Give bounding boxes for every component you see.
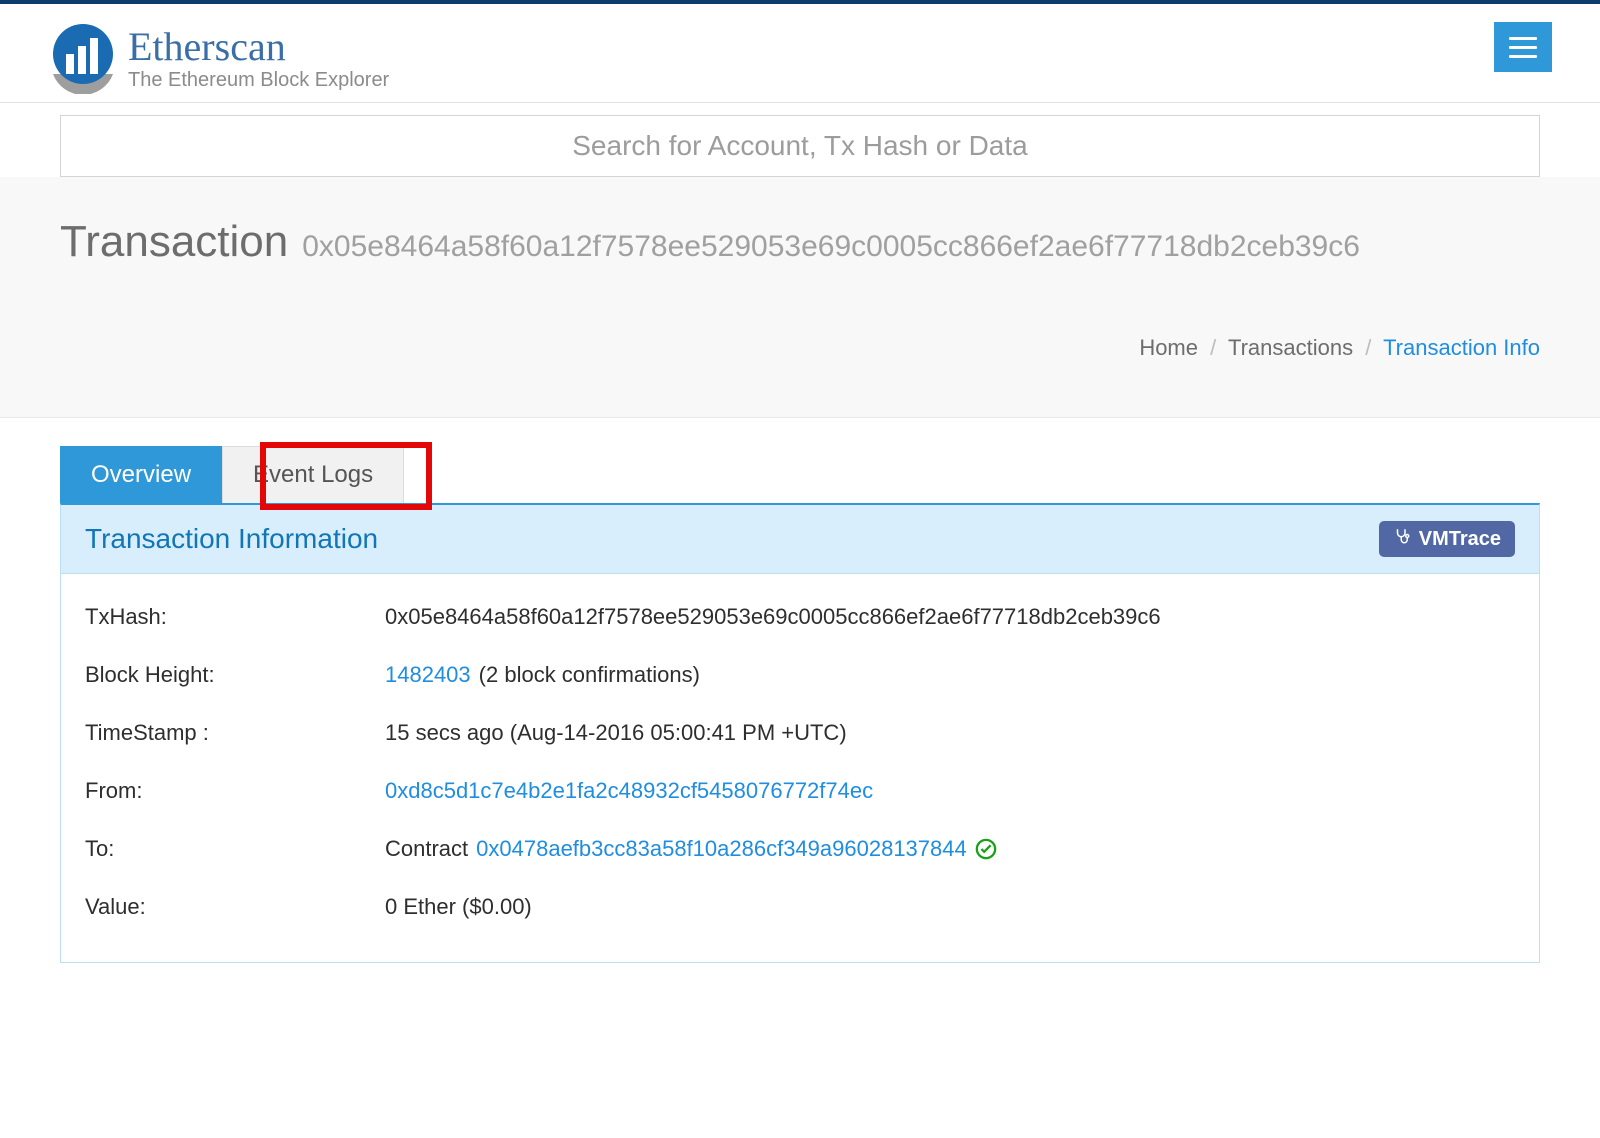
row-to: To: Contract 0x0478aefb3cc83a58f10a286cf… (85, 836, 1515, 862)
row-txhash: TxHash: 0x05e8464a58f60a12f7578ee529053e… (85, 604, 1515, 630)
tabs: Overview Event Logs (60, 446, 1540, 503)
row-block: Block Height: 1482403 (2 block confirmat… (85, 662, 1515, 688)
heading-strip: Transaction 0x05e8464a58f60a12f7578ee529… (0, 177, 1600, 418)
timestamp-value: 15 secs ago (Aug-14-2016 05:00:41 PM +UT… (385, 720, 1515, 746)
top-bar: Etherscan The Ethereum Block Explorer (0, 0, 1600, 102)
main-area: Overview Event Logs Transaction Informat… (0, 418, 1600, 963)
brand-name: Etherscan (128, 27, 389, 67)
to-prefix: Contract (385, 836, 468, 862)
breadcrumb-sep: / (1365, 335, 1371, 360)
breadcrumb-current: Transaction Info (1383, 335, 1540, 360)
tab-overview[interactable]: Overview (60, 446, 222, 503)
breadcrumb: Home / Transactions / Transaction Info (60, 335, 1540, 361)
to-address-link[interactable]: 0x0478aefb3cc83a58f10a286cf349a960281378… (476, 836, 967, 862)
brand-logo[interactable]: Etherscan The Ethereum Block Explorer (48, 16, 389, 94)
block-confirmations: (2 block confirmations) (479, 662, 700, 688)
from-label: From: (85, 778, 385, 804)
breadcrumb-home[interactable]: Home (1139, 335, 1198, 360)
to-label: To: (85, 836, 385, 862)
breadcrumb-transactions[interactable]: Transactions (1228, 335, 1353, 360)
txhash-label: TxHash: (85, 604, 385, 630)
txhash-value: 0x05e8464a58f60a12f7578ee529053e69c0005c… (385, 604, 1515, 630)
etherscan-logo-icon (48, 24, 118, 94)
tab-event-logs[interactable]: Event Logs (222, 446, 404, 503)
page-title: Transaction 0x05e8464a58f60a12f7578ee529… (60, 217, 1540, 267)
search-input[interactable] (60, 115, 1540, 177)
row-from: From: 0xd8c5d1c7e4b2e1fa2c48932cf5458076… (85, 778, 1515, 804)
tx-info-panel: Transaction Information VMTrace TxHash: … (60, 503, 1540, 963)
hamburger-icon (1509, 37, 1537, 40)
block-height-link[interactable]: 1482403 (385, 662, 471, 688)
menu-button[interactable] (1494, 22, 1552, 72)
search-strip (0, 103, 1600, 177)
vmtrace-button[interactable]: VMTrace (1379, 521, 1515, 557)
vmtrace-label: VMTrace (1419, 528, 1501, 551)
brand-tagline: The Ethereum Block Explorer (128, 69, 389, 92)
stethoscope-icon (1393, 527, 1411, 551)
timestamp-label: TimeStamp : (85, 720, 385, 746)
row-timestamp: TimeStamp : 15 secs ago (Aug-14-2016 05:… (85, 720, 1515, 746)
panel-body: TxHash: 0x05e8464a58f60a12f7578ee529053e… (61, 574, 1539, 962)
panel-title: Transaction Information (85, 523, 378, 555)
value-amount: 0 Ether ($0.00) (385, 894, 1515, 920)
block-label: Block Height: (85, 662, 385, 688)
breadcrumb-sep: / (1210, 335, 1216, 360)
verified-check-icon (975, 838, 997, 860)
value-label: Value: (85, 894, 385, 920)
from-address-link[interactable]: 0xd8c5d1c7e4b2e1fa2c48932cf5458076772f74… (385, 778, 873, 804)
page-title-text: Transaction (60, 217, 288, 267)
page-title-hash: 0x05e8464a58f60a12f7578ee529053e69c0005c… (302, 230, 1360, 264)
row-value: Value: 0 Ether ($0.00) (85, 894, 1515, 920)
panel-header: Transaction Information VMTrace (61, 505, 1539, 574)
